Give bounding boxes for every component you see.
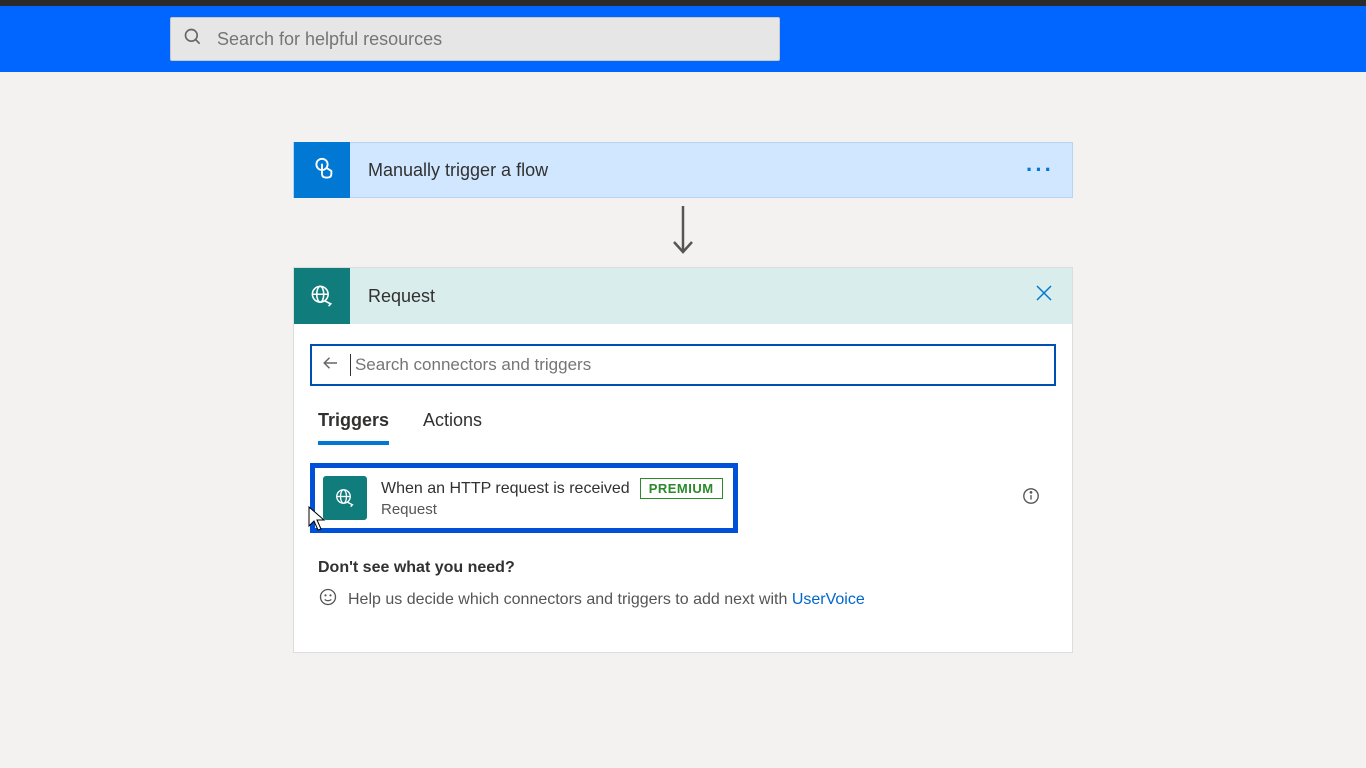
globe-icon: [294, 268, 350, 324]
trigger-result-http[interactable]: When an HTTP request is received PREMIUM…: [310, 463, 738, 533]
premium-badge: PREMIUM: [640, 478, 723, 499]
tab-actions[interactable]: Actions: [423, 410, 482, 445]
request-panel-header: Request: [294, 268, 1072, 324]
arrow-down-icon: [668, 204, 698, 265]
ellipsis-icon[interactable]: ···: [1026, 157, 1054, 183]
uservoice-link[interactable]: UserVoice: [792, 591, 865, 608]
close-icon[interactable]: [1034, 282, 1054, 310]
tab-triggers[interactable]: Triggers: [318, 410, 389, 445]
header-bar: [0, 6, 1366, 72]
connector-search[interactable]: [310, 344, 1056, 386]
footer-block: Don't see what you need? Help us decide …: [310, 559, 1056, 612]
touch-icon: [294, 142, 350, 198]
request-panel-body: Triggers Actions When: [294, 324, 1072, 652]
request-picker-panel: Request Triggers Actions: [293, 267, 1073, 653]
connector-search-input[interactable]: [355, 355, 1044, 375]
footer-question: Don't see what you need?: [318, 559, 1056, 577]
trigger-card[interactable]: Manually trigger a flow ···: [293, 142, 1073, 198]
footer-help-text: Help us decide which connectors and trig…: [348, 591, 792, 608]
info-icon[interactable]: [1022, 487, 1040, 510]
result-connector-name: Request: [381, 501, 723, 518]
search-icon: [183, 27, 203, 52]
global-search-input[interactable]: [217, 29, 767, 50]
flow-canvas: Manually trigger a flow ··· Request: [0, 72, 1366, 653]
smile-icon: [318, 587, 338, 612]
globe-icon: [323, 476, 367, 520]
back-arrow-icon[interactable]: [322, 354, 340, 377]
result-text: When an HTTP request is received PREMIUM…: [381, 478, 723, 518]
result-title: When an HTTP request is received: [381, 480, 630, 498]
result-row: When an HTTP request is received PREMIUM…: [310, 463, 1056, 533]
text-cursor: [350, 354, 351, 376]
footer-help-line: Help us decide which connectors and trig…: [318, 587, 1056, 612]
global-search[interactable]: [170, 17, 780, 61]
picker-tabs: Triggers Actions: [310, 410, 1056, 445]
trigger-title: Manually trigger a flow: [368, 160, 1026, 181]
request-panel-title: Request: [368, 286, 1034, 307]
